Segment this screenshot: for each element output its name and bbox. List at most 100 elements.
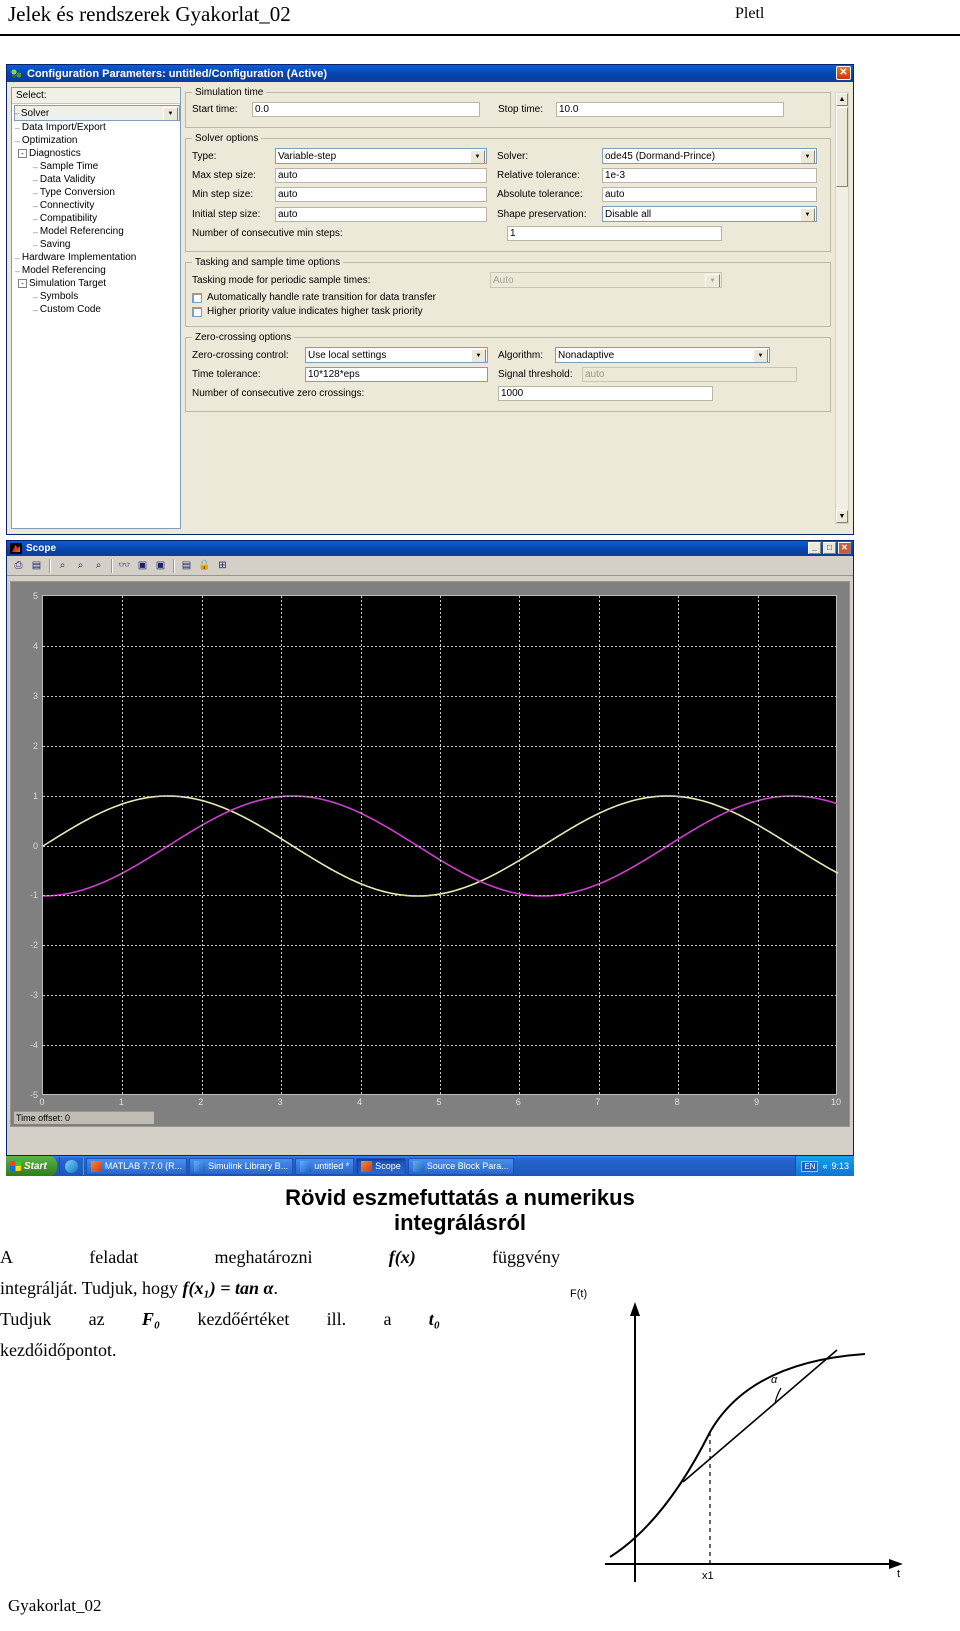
tree-item-label: Connectivity [39,200,95,211]
floating-scope-icon[interactable]: ▤ [178,557,195,574]
time-tolerance-input[interactable]: 10*128*eps [305,367,488,382]
tree-dash-icon: – [32,226,38,237]
tree-item-model-referencing[interactable]: ⌐–Model Referencing [14,225,180,238]
config-vertical-scrollbar[interactable]: ▲ ▼ [835,92,849,524]
tree-item-compatibility[interactable]: ⌐–Compatibility [14,212,180,225]
taskbar-item[interactable]: Source Block Para... [407,1157,514,1175]
tree-item-saving[interactable]: ⌐–Saving [14,238,180,251]
x-axis-tick-label: 9 [754,1097,760,1107]
tree-item-custom-code[interactable]: ⌐–Custom Code [14,303,180,316]
relative-tolerance-input[interactable]: 1e-3 [602,168,817,183]
windows-flag-icon [10,1161,21,1171]
scroll-up-icon[interactable]: ▲ [836,93,848,106]
tree-item-label: Model Referencing [21,265,106,276]
tree-dash-icon: – [14,252,20,263]
taskbar-item[interactable]: MATLAB 7.7.0 (R... [85,1157,188,1175]
higher-priority-checkbox[interactable]: Higher priority value indicates higher t… [192,306,824,317]
type-dropdown[interactable]: Variable-step [275,148,487,164]
language-indicator[interactable]: EN [801,1160,819,1172]
tree-item-diagnostics[interactable]: - Diagnostics [14,147,180,160]
y-axis-tick-label: -4 [29,1040,38,1051]
y-axis-tick-label: 0 [32,840,38,851]
signal-threshold-input[interactable]: auto [582,367,797,382]
absolute-tolerance-input[interactable]: auto [602,187,817,202]
tray-expand-icon[interactable]: « [822,1161,827,1171]
auto-rate-transition-checkbox[interactable]: Automatically handle rate transition for… [192,292,824,303]
tree-expander-icon[interactable]: - [18,149,27,158]
tree-item-hardware-implementation[interactable]: ⌐–Hardware Implementation [14,251,180,264]
taskbar-items: MATLAB 7.7.0 (R... Simulink Library B... u… [85,1157,514,1175]
scope-window-title: Scope [26,543,57,554]
min-step-input[interactable]: auto [275,187,487,202]
higher-priority-label: Higher priority value indicates higher t… [207,306,423,317]
tree-item-connectivity[interactable]: ⌐–Connectivity [14,199,180,212]
consecutive-zero-crossings-input[interactable]: 1000 [498,386,713,401]
scope-plot-area[interactable] [42,595,838,1095]
shape-preservation-label: Shape preservation: [497,208,587,220]
config-tree[interactable]: ⌐–Solver⌐–Data Import/Export⌐–Optimizati… [12,104,180,316]
maximize-icon[interactable]: □ [823,542,836,554]
tree-item-label: Hardware Implementation [21,252,137,263]
solver-label: Solver: [497,150,529,162]
grid-line-vertical [440,596,441,1094]
restore-axes-settings-icon[interactable]: ▣ [152,557,169,574]
close-icon[interactable]: ✕ [838,542,851,554]
min-step-row: Min step size: auto Absolute tolerance: … [192,187,824,202]
checkbox-icon [192,292,202,303]
configuration-parameters-dialog: Configuration Parameters: untitled/Confi… [6,64,854,535]
tree-item-symbols[interactable]: ⌐–Symbols [14,290,180,303]
max-step-input[interactable]: auto [275,168,487,183]
time-offset-value: 0 [65,1113,71,1123]
start-button[interactable]: Start [6,1156,57,1176]
windows-taskbar: Start MATLAB 7.7.0 (R... Simulink Library… [6,1156,854,1176]
clock[interactable]: 9:13 [831,1161,849,1171]
scrollbar-thumb[interactable] [836,107,848,187]
stop-time-input[interactable]: 10.0 [556,102,784,117]
close-icon[interactable]: ✕ [836,66,851,80]
config-dialog-titlebar: Configuration Parameters: untitled/Confi… [7,65,853,82]
algorithm-dropdown[interactable]: Nonadaptive [555,347,770,363]
solver-dropdown[interactable]: ode45 (Dormand-Prince) [602,148,817,164]
lock-axes-icon[interactable]: 🔒 [196,557,213,574]
zoom-y-icon[interactable]: ⌕ [90,557,107,574]
start-time-input[interactable]: 0.0 [252,102,480,117]
signal-selection-icon[interactable]: ⊞ [214,557,231,574]
zoom-x-icon[interactable]: ⌕ [72,557,89,574]
internet-explorer-icon[interactable] [64,1159,78,1173]
x-axis-tick-label: 0 [39,1097,45,1107]
config-dialog-title: Configuration Parameters: untitled/Confi… [27,67,328,80]
tree-item-simulation-target[interactable]: - Simulation Target [14,277,180,290]
toolbar-separator [111,558,112,573]
tree-expander-icon[interactable]: - [18,279,27,288]
taskbar-item[interactable]: Simulink Library B... [189,1157,294,1175]
tree-item-model-referencing[interactable]: ⌐–Model Referencing [14,264,180,277]
simulation-time-group: Simulation time Start time: 0.0 Stop tim… [185,87,831,128]
shape-preservation-dropdown[interactable]: Disable all [602,206,817,222]
tree-item-data-validity[interactable]: ⌐–Data Validity [14,173,180,186]
stop-time-label: Stop time: [498,104,544,115]
zero-crossing-control-dropdown[interactable]: Use local settings [305,347,488,363]
toolbar-separator [49,558,50,573]
tree-item-solver[interactable]: ⌐–Solver [14,105,180,121]
save-axes-settings-icon[interactable]: ▣ [134,557,151,574]
autoscale-binoculars-icon[interactable]: 👓 [116,557,133,574]
initial-step-input[interactable]: auto [275,206,487,222]
minimize-icon[interactable]: _ [808,542,821,554]
taskbar-item[interactable]: Scope [356,1157,406,1175]
tasking-mode-dropdown[interactable]: Auto [490,272,722,288]
max-step-label: Max step size: [192,170,256,181]
scroll-down-icon[interactable]: ▼ [836,510,848,523]
taskbar-item[interactable]: untitled * [295,1157,355,1175]
print-icon[interactable]: ⎙ [10,557,27,574]
tree-item-optimization[interactable]: ⌐–Optimization [14,134,180,147]
tree-item-type-conversion[interactable]: ⌐–Type Conversion [14,186,180,199]
x-axis-tick-label: 1 [118,1097,124,1107]
parameters-icon[interactable]: ▤ [28,557,45,574]
consecutive-min-steps-input[interactable]: 1 [507,226,722,241]
tree-item-data-import-export[interactable]: ⌐–Data Import/Export [14,121,180,134]
tree-item-sample-time[interactable]: ⌐–Sample Time [14,160,180,173]
taskbar-item-label: Source Block Para... [426,1161,509,1171]
scope-window: Scope _ □ ✕ ⎙ ▤ ⌕ ⌕ ⌕ 👓 ▣ ▣ ▤ 🔒 ⊞ 5 4 3 2 1 0 -1 -2 -3 -4 -5… [6,540,854,1156]
matlab-icon [10,543,22,554]
zoom-icon[interactable]: ⌕ [54,557,71,574]
